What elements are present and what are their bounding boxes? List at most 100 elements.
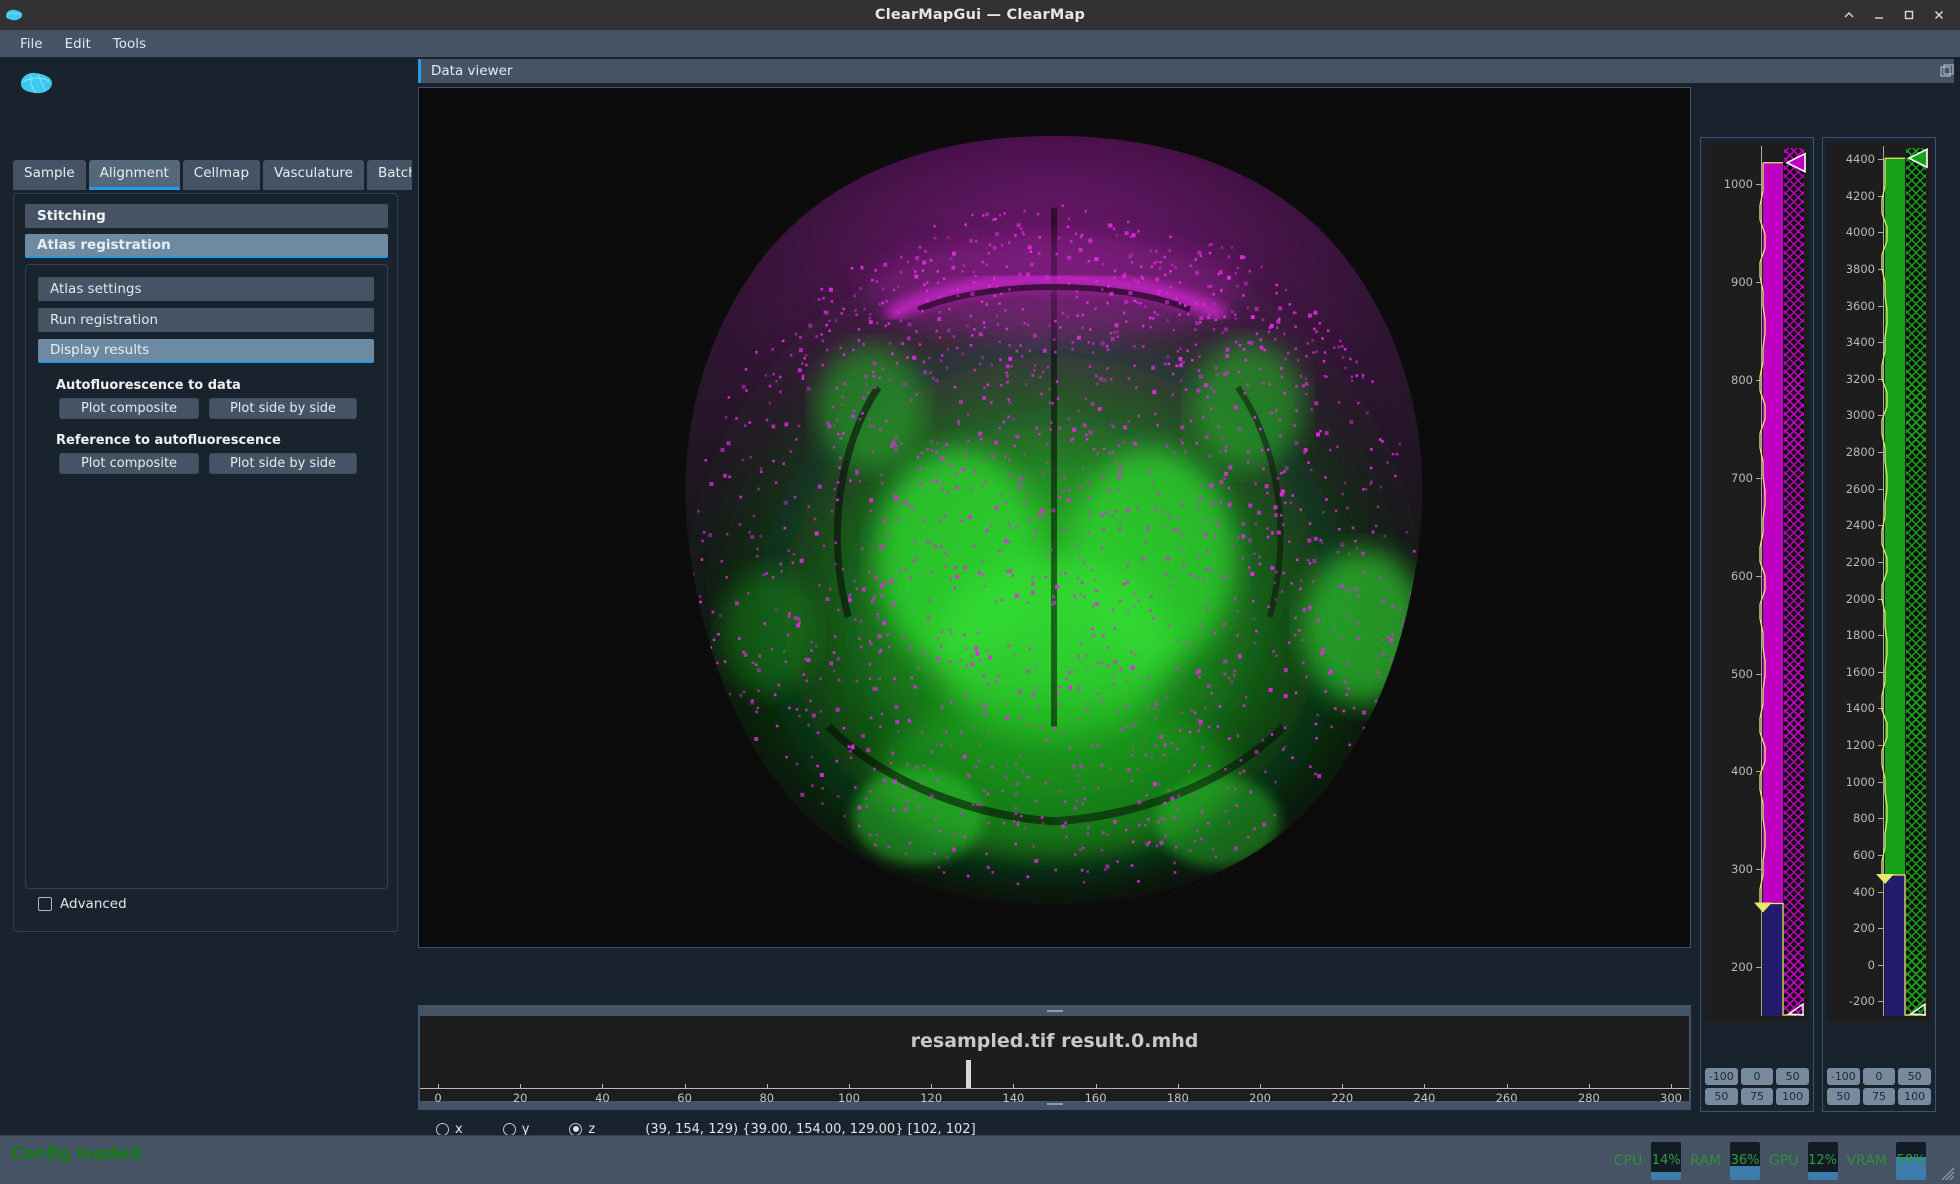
cb1-btn-75[interactable]: 75 bbox=[1862, 1088, 1896, 1105]
monitor-value: 58% bbox=[1896, 1153, 1926, 1168]
section-atlas-registration[interactable]: Atlas registration bbox=[25, 234, 388, 258]
colorbar-magenta-plot[interactable]: 200 300 400 500 600 700 800 900 1000 bbox=[1705, 142, 1809, 1022]
scrubber-tick-label: 40 bbox=[595, 1091, 610, 1105]
image-canvas[interactable] bbox=[418, 87, 1691, 948]
scrubber-grip-bottom[interactable] bbox=[1046, 1103, 1063, 1105]
scrubber-tick bbox=[849, 1084, 850, 1089]
dataviewer-dock: Data viewer resampled.tif result.0.mhd 0… bbox=[412, 57, 1960, 1174]
dataviewer-dock-title: Data viewer bbox=[431, 63, 513, 79]
scrubber-tick bbox=[684, 1084, 686, 1089]
cb0-btn-minus100[interactable]: -100 bbox=[1705, 1068, 1738, 1085]
cb0-btn-100[interactable]: 100 bbox=[1776, 1088, 1809, 1105]
plot-side-by-side-reference-button[interactable]: Plot side by side bbox=[209, 453, 357, 474]
cb0-btn-75[interactable]: 75 bbox=[1740, 1088, 1774, 1105]
monitor-meter: 36% bbox=[1730, 1141, 1761, 1180]
scrubber-tick bbox=[1260, 1084, 1261, 1089]
radio-y-icon[interactable] bbox=[502, 1122, 516, 1136]
colorbar-tick-label: 1000 bbox=[1845, 774, 1875, 789]
subitem-display-results[interactable]: Display results bbox=[38, 339, 374, 363]
maximize-icon[interactable] bbox=[1894, 0, 1924, 30]
colorbar-tick bbox=[1878, 1001, 1884, 1003]
colorbar-tick-label: 2800 bbox=[1845, 445, 1875, 460]
colorbar-green-plot[interactable]: -200 0 200 400 600 800 1000 1200 1400 1600 1800 200… bbox=[1827, 142, 1931, 1022]
scrubber-tick bbox=[438, 1084, 439, 1089]
float-window-icon[interactable] bbox=[1940, 63, 1954, 77]
cb1-btn-100[interactable]: 100 bbox=[1898, 1088, 1931, 1105]
collapse-icon[interactable] bbox=[1834, 0, 1864, 30]
cb1-btn-50b[interactable]: 50 bbox=[1827, 1088, 1860, 1105]
colorbar-green-channel[interactable]: -200 0 200 400 600 800 1000 1200 1400 1600 1800 200… bbox=[1822, 137, 1936, 1112]
window-controls bbox=[1834, 0, 1954, 30]
advanced-checkbox-row[interactable]: Advanced bbox=[38, 896, 127, 912]
colorbar-tick bbox=[1756, 282, 1762, 284]
plot-side-by-side-autofluorescence-button[interactable]: Plot side by side bbox=[209, 398, 357, 419]
cb1-btn-minus100[interactable]: -100 bbox=[1827, 1068, 1860, 1085]
colorbar-axis-line bbox=[1883, 146, 1884, 1016]
close-icon[interactable] bbox=[1924, 0, 1954, 30]
menu-file[interactable]: File bbox=[10, 32, 53, 56]
subitem-run-registration[interactable]: Run registration bbox=[38, 308, 374, 332]
cb1-btn-50a[interactable]: 50 bbox=[1898, 1068, 1931, 1085]
scrubber-grip-top[interactable] bbox=[1046, 1010, 1063, 1012]
colorbar-tick-label: 1000 bbox=[1723, 177, 1753, 192]
radio-z-icon[interactable] bbox=[569, 1122, 583, 1136]
colorbar-tick bbox=[1878, 305, 1884, 307]
colorbar-tick-label: 3000 bbox=[1845, 408, 1875, 423]
tab-cellmap[interactable]: Cellmap bbox=[182, 160, 261, 190]
tab-sample[interactable]: Sample bbox=[13, 160, 86, 190]
colorbar-tick bbox=[1756, 379, 1762, 381]
plot-composite-reference-button[interactable]: Plot composite bbox=[59, 453, 199, 474]
dataviewer-dock-header: Data viewer bbox=[418, 59, 1954, 83]
colorbar-tick bbox=[1756, 869, 1762, 871]
colorbar-tick-label: 3800 bbox=[1845, 262, 1875, 276]
colorbar-tick bbox=[1878, 671, 1884, 673]
radio-x-icon[interactable] bbox=[436, 1122, 449, 1136]
colorbar-tick-label: 200 bbox=[1853, 921, 1875, 936]
sidebar: Sample Alignment Cellmap Vasculature Bat… bbox=[0, 57, 428, 1135]
tab-vasculature[interactable]: Vasculature bbox=[263, 160, 364, 190]
scrubber-tick bbox=[1424, 1084, 1426, 1089]
colorbar-tick-label: 1400 bbox=[1845, 701, 1875, 716]
tab-alignment[interactable]: Alignment bbox=[88, 160, 180, 190]
scrubber-tick-label: 240 bbox=[1413, 1091, 1436, 1105]
subitem-atlas-settings[interactable]: Atlas settings bbox=[38, 277, 374, 301]
colorbar-tick bbox=[1756, 575, 1762, 577]
colorbar-tick-label: 200 bbox=[1731, 960, 1753, 975]
menubar: File Edit Tools bbox=[0, 30, 1960, 57]
scrubber-tick bbox=[520, 1084, 522, 1089]
section-stitching[interactable]: Stitching bbox=[25, 204, 388, 228]
colorbar-tick-label: 600 bbox=[1731, 568, 1753, 583]
monitor-vram: VRAM 58% bbox=[1838, 1141, 1926, 1180]
monitor-value: 14% bbox=[1651, 1153, 1681, 1168]
cb0-btn-50a[interactable]: 50 bbox=[1776, 1068, 1809, 1085]
colorbar-tick-label: 2400 bbox=[1845, 518, 1875, 533]
slice-scrubber[interactable]: resampled.tif result.0.mhd 0 20 40 60 80 100 1… bbox=[418, 1005, 1691, 1110]
colorbar-tick bbox=[1878, 159, 1884, 161]
advanced-checkbox[interactable] bbox=[38, 897, 52, 911]
colorbar-tick-label: 2200 bbox=[1845, 554, 1875, 569]
scrubber-handle[interactable] bbox=[966, 1060, 972, 1088]
plot-composite-autofluorescence-button[interactable]: Plot composite bbox=[59, 398, 199, 419]
scrubber-tick-label: 260 bbox=[1495, 1091, 1518, 1105]
advanced-label: Advanced bbox=[60, 896, 127, 912]
menu-edit[interactable]: Edit bbox=[55, 32, 101, 56]
scrubber-tick-label: 60 bbox=[677, 1091, 692, 1105]
scrubber-tick-label: 20 bbox=[512, 1091, 528, 1105]
scrubber-tick-label: 280 bbox=[1577, 1091, 1600, 1105]
monitor-meter: 58% bbox=[1896, 1141, 1926, 1180]
minimize-icon[interactable] bbox=[1864, 0, 1894, 30]
colorbar-tick bbox=[1878, 452, 1884, 454]
resize-grip-icon[interactable] bbox=[1941, 1166, 1955, 1181]
colorbar-tick bbox=[1878, 818, 1884, 820]
colorbar-tick-label: 1800 bbox=[1845, 628, 1875, 643]
colorbar-tick bbox=[1878, 525, 1884, 527]
statusbar: Config loaded CPU 14% RAM 36% GPU 12% VRAM 58% bbox=[0, 1135, 1960, 1184]
colorbar-tick bbox=[1878, 964, 1884, 966]
menu-tools[interactable]: Tools bbox=[103, 32, 156, 56]
cb0-btn-50b[interactable]: 50 bbox=[1705, 1088, 1738, 1105]
cb0-btn-0[interactable]: 0 bbox=[1740, 1068, 1774, 1085]
cb1-btn-0[interactable]: 0 bbox=[1862, 1068, 1896, 1085]
colorbar-magenta-channel[interactable]: 200 300 400 500 600 700 800 900 1000 -100 0 50 5… bbox=[1700, 137, 1814, 1112]
scrubber-tick-label: 300 bbox=[1660, 1091, 1682, 1105]
brain-composite-image bbox=[419, 88, 1690, 947]
